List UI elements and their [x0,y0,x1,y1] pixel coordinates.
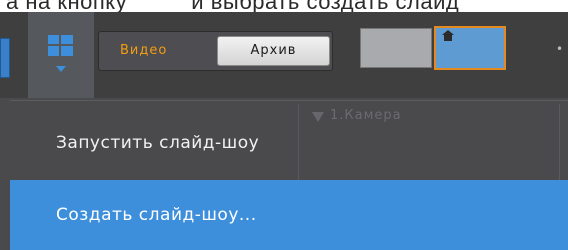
menu-item-create-slideshow[interactable]: Создать слайд-шоу... [10,180,568,250]
tab-video[interactable]: Видео [106,38,212,64]
layout-grid-icon [48,35,73,56]
layout-thumb-cell[interactable] [360,28,432,68]
layouts-menu-button[interactable] [28,12,94,98]
document-text-strip: а на кнопку ____ и выбрать создать слайд [0,0,568,12]
mode-tabs: Видео Архив [98,31,333,71]
left-panel-edge[interactable] [0,38,10,78]
toolbar-scroll-arrow[interactable]: • [556,42,563,56]
slideshow-dropdown-menu: 1.Камера Запустить слайд-шоу Создать сла… [0,98,568,250]
menu-item-start-slideshow[interactable]: Запустить слайд-шоу [10,118,568,168]
chevron-down-icon [56,66,66,72]
tab-archive[interactable]: Архив [217,36,330,66]
home-icon [442,30,454,41]
layout-thumbnail[interactable] [360,26,510,70]
menu-separator [10,100,568,101]
layout-thumb-cell-active[interactable] [434,26,506,70]
